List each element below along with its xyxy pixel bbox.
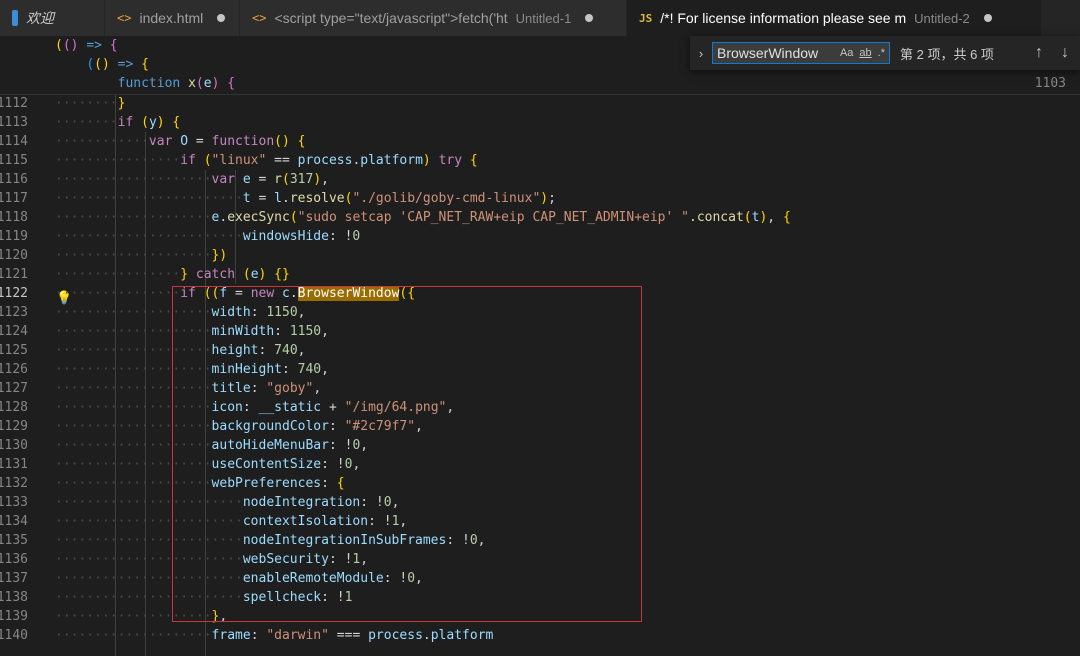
line-number: 1114	[0, 134, 28, 149]
annotation-highlight-box	[172, 286, 642, 622]
tab-label: 欢迎	[26, 10, 54, 26]
welcome-icon	[12, 10, 18, 26]
sticky-code-line: (() => {	[55, 38, 118, 53]
code-line: ····················frame: "darwin" === …	[55, 628, 494, 643]
find-widget: › BrowserWindow Aa ab .* 第 2 项，共 6 项 ↑ ↓	[690, 36, 1080, 70]
line-number: 1122	[0, 286, 28, 301]
line-number: 1136	[0, 552, 28, 567]
find-query[interactable]: BrowserWindow	[717, 45, 834, 61]
tab-bar: 欢迎 <> index.html <> <script type="text/j…	[0, 0, 1080, 37]
tab-sublabel: Untitled-2	[914, 10, 970, 26]
tab-sublabel: Untitled-1	[515, 10, 572, 26]
code-line: ························windowsHide: !0	[55, 229, 361, 244]
line-number: 1140	[0, 628, 28, 643]
code-line: ····················e.execSync("sudo set…	[55, 210, 791, 225]
html-file-icon: <>	[117, 11, 132, 25]
code-line: ········if (y) {	[55, 115, 181, 130]
previous-match-arrow-icon[interactable]: ↑	[1030, 44, 1048, 62]
tab-welcome[interactable]: 欢迎	[0, 0, 105, 36]
code-editor[interactable]: 2 983 1103 (() => { (() => { function x(…	[0, 36, 1080, 656]
sticky-code-line: (() => {	[86, 57, 149, 72]
js-file-icon: JS	[639, 11, 653, 25]
line-number: 1130	[0, 438, 28, 453]
code-line: ················} catch (e) {}	[55, 267, 290, 282]
line-number: 1126	[0, 362, 28, 377]
line-number: 1123	[0, 305, 28, 320]
tab-untitled-1[interactable]: <> <script type="text/javascript">fetch(…	[240, 0, 627, 36]
unsaved-dot-icon[interactable]	[585, 14, 594, 22]
tab-label: <script type="text/javascript">fetch('ht	[274, 10, 508, 26]
line-number: 1139	[0, 609, 28, 624]
line-number: 1132	[0, 476, 28, 491]
tab-label: index.html	[139, 10, 204, 26]
line-number: 1131	[0, 457, 28, 472]
tab-index-html[interactable]: <> index.html	[105, 0, 240, 36]
line-number: 1115	[0, 153, 28, 168]
code-line: ····················var e = r(317),	[55, 172, 329, 187]
line-number: 1134	[0, 514, 28, 529]
line-number: 1128	[0, 400, 28, 415]
line-number: 1135	[0, 533, 28, 548]
regex-icon[interactable]: .*	[878, 47, 885, 59]
line-number: 1112	[0, 96, 28, 111]
line-number: 1121	[0, 267, 28, 282]
line-number: 1133	[0, 495, 28, 510]
unsaved-dot-icon[interactable]	[217, 14, 226, 22]
sticky-code-line: function x(e) {	[117, 76, 236, 91]
line-number: 1116	[0, 172, 28, 187]
line-number: 1113	[0, 115, 28, 130]
tab-untitled-2[interactable]: JS /*! For license information please se…	[627, 0, 1042, 36]
find-input[interactable]: BrowserWindow Aa ab .*	[712, 42, 890, 64]
code-line: ····················})	[55, 248, 228, 263]
line-number: 1129	[0, 419, 28, 434]
match-case-icon[interactable]: Aa	[840, 47, 853, 59]
line-number: 1119	[0, 229, 28, 244]
code-line: ········}	[55, 96, 126, 111]
whole-word-icon[interactable]: ab	[859, 47, 871, 59]
match-count: 第 2 项，共 6 项	[900, 46, 994, 62]
line-number: 1124	[0, 324, 28, 339]
toggle-replace-chevron-icon[interactable]: ›	[690, 46, 712, 61]
code-line: ················if ("linux" == process.p…	[55, 153, 478, 168]
line-number: 1120	[0, 248, 28, 263]
line-number: 1137	[0, 571, 28, 586]
line-number: 1125	[0, 343, 28, 358]
line-number: 1127	[0, 381, 28, 396]
html-file-icon: <>	[252, 11, 267, 25]
code-line: ························t = l.resolve(".…	[55, 191, 556, 206]
line-number: 1117	[0, 191, 28, 206]
unsaved-dot-icon[interactable]	[983, 14, 992, 22]
next-match-arrow-icon[interactable]: ↓	[1056, 44, 1074, 62]
code-line: ············var O = function() {	[55, 134, 306, 149]
tab-label: /*! For license information please see m	[660, 10, 907, 26]
line-number: 1118	[0, 210, 28, 225]
line-number: 1138	[0, 590, 28, 605]
line-number: 1103	[1034, 76, 1066, 91]
